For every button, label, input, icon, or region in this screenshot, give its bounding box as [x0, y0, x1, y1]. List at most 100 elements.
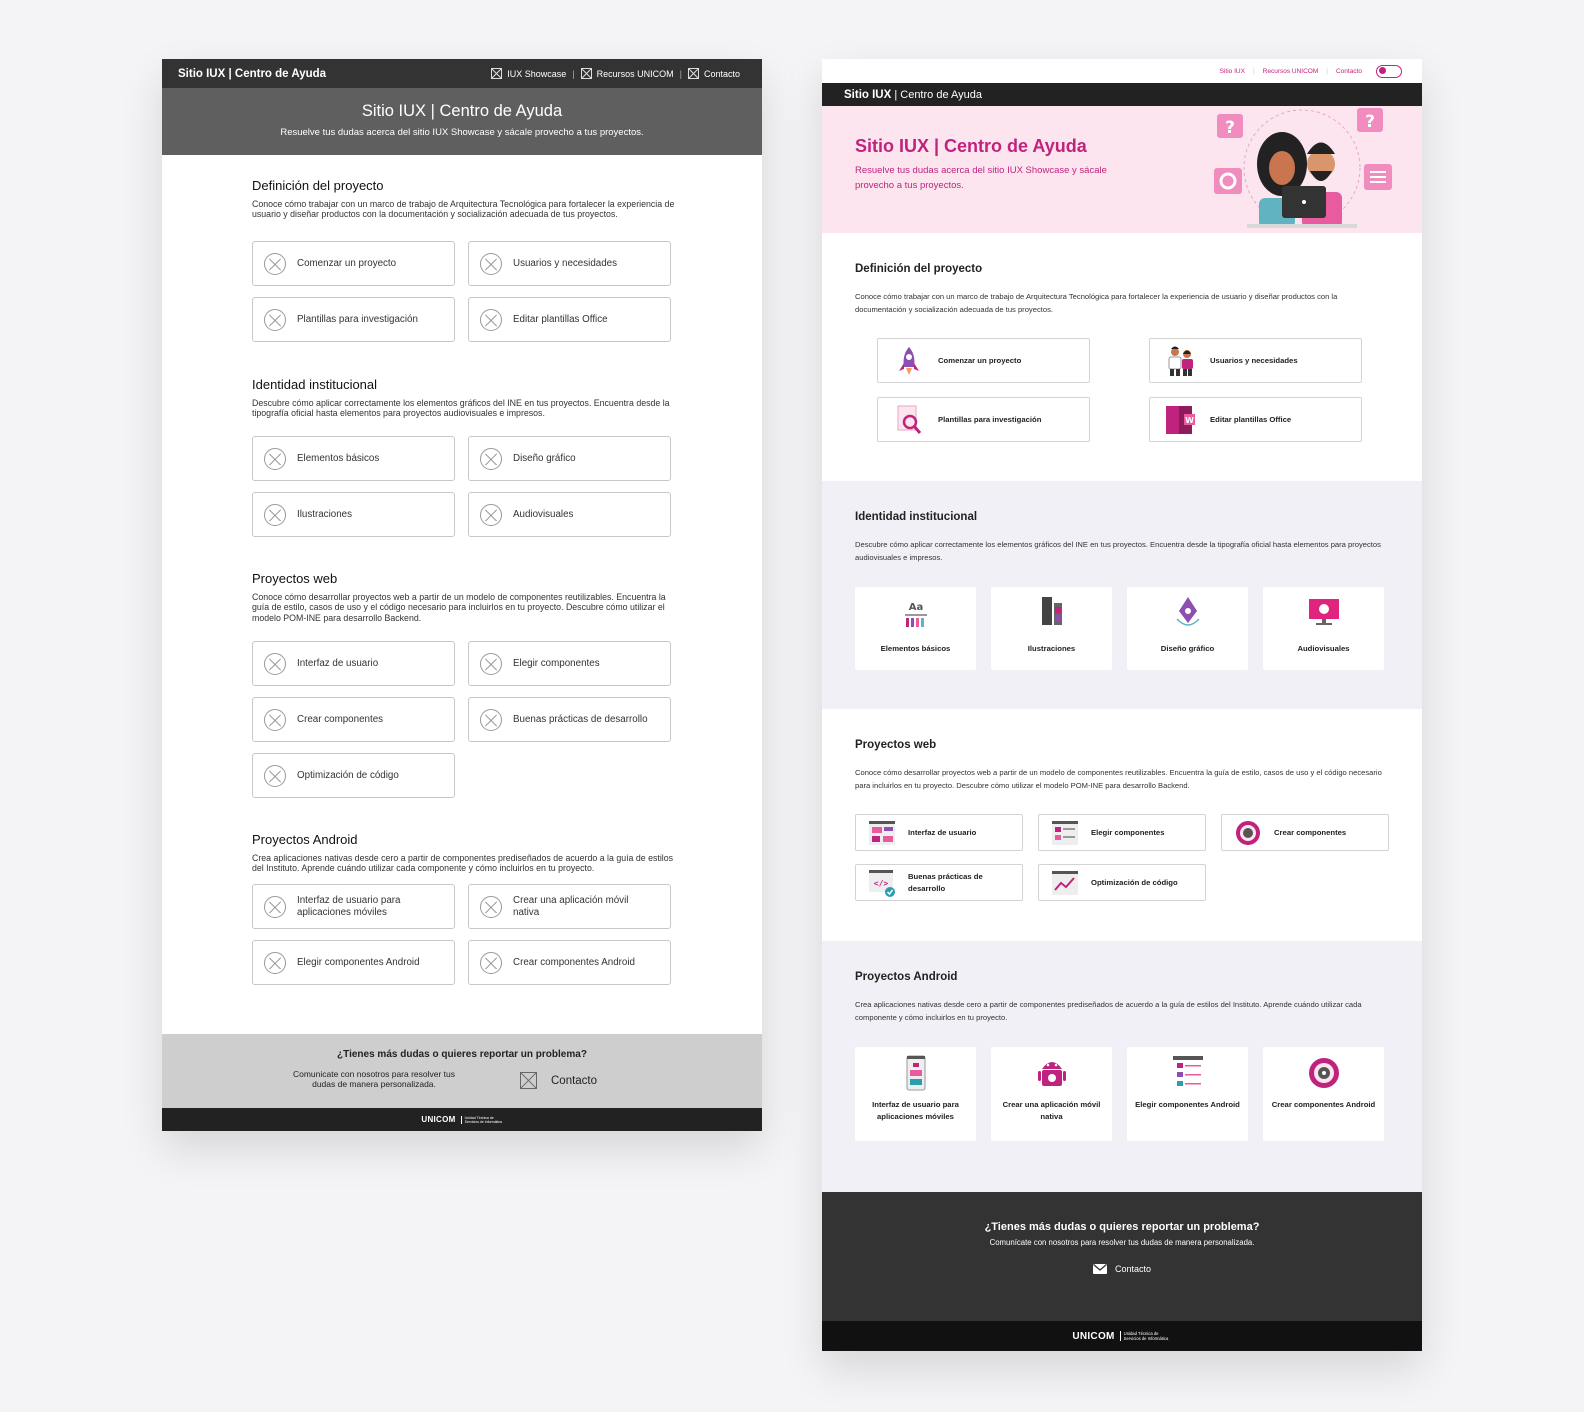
wf-card-grid: Comenzar un proyecto Usuarios y necesida… [252, 241, 671, 342]
card-label: Crear una aplicación móvil nativa [513, 894, 629, 918]
util-separator: | [1326, 67, 1328, 75]
wf-footer: ¿Tienes más dudas o quieres reportar un … [162, 1034, 762, 1108]
wf-card[interactable]: Elementos básicos [252, 436, 455, 481]
placeholder-icon [480, 447, 502, 470]
section-title: Definición del proyecto [252, 178, 384, 193]
hf-tile[interactable]: Audiovisuales [1263, 587, 1384, 670]
card-label: Crear componentes Android [513, 956, 635, 968]
pen-nib-icon [1175, 597, 1200, 626]
util-link-recursos[interactable]: Recursos UNICOM [1263, 68, 1319, 75]
wf-card[interactable]: Crear componentes Android [468, 940, 671, 985]
hf-card[interactable]: Comenzar un proyecto [877, 338, 1090, 383]
card-label: Optimización de código [1091, 878, 1178, 887]
card-label: Optimización de código [297, 769, 399, 781]
footer-contact-link[interactable]: Contacto [822, 1264, 1422, 1274]
android-list-icon [1172, 1056, 1203, 1086]
wf-card[interactable]: Elegir componentes Android [252, 940, 455, 985]
section-desc: Conoce cómo trabajar con un marco de tra… [855, 292, 1338, 314]
hf-card[interactable]: W Editar plantillas Office [1149, 397, 1362, 442]
wf-card[interactable]: Interfaz de usuario [252, 641, 455, 686]
utility-nav: Sitio IUX | Recursos UNICOM | Contacto [822, 59, 1422, 83]
placeholder-icon [264, 252, 286, 275]
hf-hero-subtitle: Resuelve tus dudas acerca del sitio IUX … [855, 165, 1107, 191]
wf-section-web: Proyectos web Conoce cómo desarrollar pr… [252, 571, 682, 798]
hf-tile[interactable]: Aa Elementos básicos [855, 587, 976, 670]
util-link-contacto[interactable]: Contacto [1336, 68, 1362, 75]
hf-section-web: Proyectos web Conoce cómo desarrollar pr… [822, 709, 1422, 941]
section-desc: Descubre cómo aplicar correctamente los … [252, 398, 670, 419]
wf-card[interactable]: Plantillas para investigación [252, 297, 455, 342]
wf-nav-recursos[interactable]: Recursos UNICOM [580, 68, 674, 79]
hf-tile[interactable]: Interfaz de usuario para aplicaciones mó… [855, 1047, 976, 1141]
wf-bottom-bar: UNICOM Unidad Técnica de Servicios de In… [162, 1108, 762, 1131]
wf-card[interactable]: Optimización de código [252, 753, 455, 798]
hf-card[interactable]: Crear componentes [1221, 814, 1389, 851]
wf-hero-title: Sitio IUX | Centro de Ayuda [361, 102, 563, 120]
section-title: Identidad institucional [252, 377, 378, 392]
unicom-logo-sub: Unidad Técnica de Servicios de Informáti… [1119, 1331, 1172, 1341]
placeholder-icon [480, 951, 502, 974]
util-link-sitio-iux[interactable]: Sitio IUX [1220, 68, 1245, 75]
android-component-icon [1308, 1058, 1339, 1088]
tile-label: Ilustraciones [1027, 644, 1076, 653]
hf-card[interactable]: Usuarios y necesidades [1149, 338, 1362, 383]
wf-card[interactable]: Interfaz de usuario para aplicaciones mó… [252, 884, 455, 929]
hf-tile[interactable]: Ilustraciones [991, 587, 1112, 670]
card-label: Elegir componentes [513, 657, 600, 669]
card-label: Editar plantillas Office [1210, 415, 1292, 424]
placeholder-icon [480, 708, 502, 731]
wf-card[interactable]: Crear componentes [252, 697, 455, 742]
footer-contact-link[interactable]: Contacto [520, 1072, 597, 1089]
svg-text:W: W [1185, 416, 1194, 425]
wf-card[interactable]: Editar plantillas Office [468, 297, 671, 342]
wf-card[interactable]: Ilustraciones [252, 492, 455, 537]
hf-card[interactable]: </> Buenas prácticas de desarrollo [855, 864, 1023, 901]
wf-section-identidad: Identidad institucional Descubre cómo ap… [252, 377, 682, 537]
hf-brand[interactable]: Sitio IUX [844, 89, 891, 101]
hf-section-android: Proyectos Android Crea aplicaciones nati… [822, 941, 1422, 1192]
card-label: Plantillas para investigación [938, 415, 1042, 424]
hf-hero: Sitio IUX | Centro de Ayuda Resuelve tus… [822, 106, 1422, 233]
monitor-play-icon [1308, 599, 1339, 625]
wf-section-definicion: Definición del proyecto Conoce cómo trab… [252, 178, 682, 342]
hf-card[interactable]: Elegir componentes [1038, 814, 1206, 851]
placeholder-icon [480, 895, 502, 918]
office-word-icon: W [1166, 405, 1195, 434]
util-separator: | [1252, 67, 1255, 75]
wf-brand[interactable]: Sitio IUX | Centro de Ayuda [178, 68, 326, 80]
card-label: Ilustraciones [297, 508, 352, 520]
card-label: Usuarios y necesidades [513, 257, 618, 269]
hf-hero-title: Sitio IUX | Centro de Ayuda [855, 136, 1087, 156]
hf-tile[interactable]: Crear una aplicación móvil nativa [991, 1047, 1112, 1141]
footer-contact-label: Contacto [551, 1074, 598, 1087]
hf-card[interactable]: Plantillas para investigación [877, 397, 1090, 442]
wf-section-android: Proyectos Android Crea aplicaciones nati… [252, 832, 682, 985]
mobile-ui-icon [906, 1055, 925, 1091]
hf-tile[interactable]: Crear componentes Android [1263, 1047, 1384, 1141]
swatch-glyph: Aa [908, 602, 923, 613]
wf-card[interactable]: Audiovisuales [468, 492, 671, 537]
wf-card-grid: Elementos básicos Diseño gráfico Ilustra… [252, 436, 671, 537]
wf-nav-iux-showcase[interactable]: IUX Showcase [491, 68, 566, 79]
hf-tile[interactable]: Elegir componentes Android [1127, 1047, 1248, 1141]
wf-card[interactable]: Crear una aplicación móvil nativa [468, 884, 671, 929]
tile-label: Crear componentes Android [1271, 1100, 1376, 1109]
placeholder-icon [264, 503, 286, 526]
hf-tile[interactable]: Diseño gráfico [1127, 587, 1248, 670]
envelope-icon [1092, 1264, 1107, 1274]
wf-card[interactable]: Diseño gráfico [468, 436, 671, 481]
wf-card[interactable]: Buenas prácticas de desarrollo [468, 697, 671, 742]
hf-card[interactable]: Optimización de código [1038, 864, 1206, 901]
chart-browser-icon [1052, 870, 1078, 895]
wf-card[interactable]: Usuarios y necesidades [468, 241, 671, 286]
card-label: Usuarios y necesidades [1210, 356, 1298, 365]
placeholder-icon [264, 764, 286, 787]
unicom-logo: UNICOM [1072, 1330, 1115, 1342]
wf-card[interactable]: Comenzar un proyecto [252, 241, 455, 286]
wf-card[interactable]: Elegir componentes [468, 641, 671, 686]
magnifier-document-icon [897, 405, 922, 434]
wf-nav-contacto[interactable]: Contacto [687, 68, 740, 79]
contrast-toggle[interactable] [1376, 64, 1402, 78]
hf-card[interactable]: Interfaz de usuario [855, 814, 1023, 851]
wf-nav: IUX Showcase | Recursos UNICOM | Contact… [491, 68, 740, 79]
